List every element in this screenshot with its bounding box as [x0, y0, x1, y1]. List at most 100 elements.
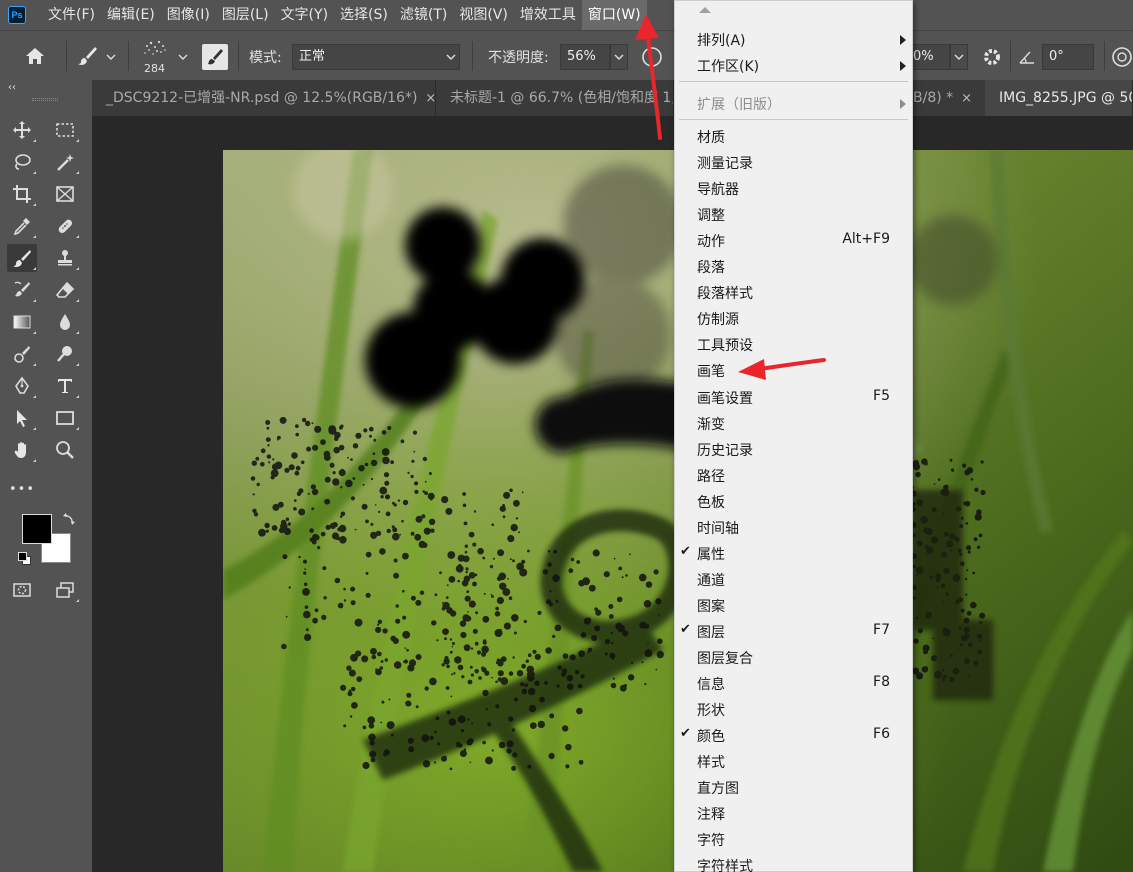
hand-tool-icon[interactable]	[7, 436, 37, 464]
magic-wand-tool-icon[interactable]	[50, 148, 80, 176]
move-tool-icon[interactable]	[7, 116, 37, 144]
menu-view[interactable]: 视图(V)	[453, 0, 514, 30]
menu-item-panel[interactable]: 字符	[675, 827, 912, 853]
chevron-down-icon[interactable]	[176, 51, 190, 63]
menu-item-panel[interactable]: 通道	[675, 567, 912, 593]
zoom-tool-icon[interactable]	[50, 436, 80, 464]
menu-item-panel[interactable]: 段落	[675, 254, 912, 280]
menu-item-panel[interactable]: 样式	[675, 749, 912, 775]
swap-colors-icon[interactable]	[62, 512, 76, 526]
mixer-brush-tool-icon[interactable]	[7, 340, 37, 368]
brush-tool-preset-icon[interactable]	[74, 43, 100, 69]
dodge-tool-icon[interactable]	[50, 340, 80, 368]
pen-tool-icon[interactable]	[7, 372, 37, 400]
menu-scroll-up-icon[interactable]	[699, 7, 711, 13]
chevron-down-icon[interactable]	[442, 44, 460, 70]
menu-item-panel[interactable]: 工具预设	[675, 332, 912, 358]
menu-select[interactable]: 选择(S)	[334, 0, 394, 30]
chevron-down-icon[interactable]	[610, 44, 628, 70]
clone-stamp-tool-icon[interactable]	[50, 244, 80, 272]
opacity-input[interactable]: 56%	[560, 44, 610, 70]
frame-tool-icon[interactable]	[50, 180, 80, 208]
close-icon[interactable]: ×	[961, 81, 972, 116]
menu-item-panel[interactable]: 形状	[675, 697, 912, 723]
edit-toolbar-icon[interactable]: •••	[7, 475, 37, 503]
menu-item-panel[interactable]: 图案	[675, 593, 912, 619]
eyedropper-tool-icon[interactable]	[7, 212, 37, 240]
gradient-tool-icon[interactable]	[7, 308, 37, 336]
menu-item-workspace[interactable]: 工作区(K)	[675, 53, 912, 79]
gear-icon[interactable]	[980, 45, 1004, 69]
menu-item-panel[interactable]: 信息 F8	[675, 671, 912, 697]
menu-item-panel[interactable]: ✔ 图层 F7	[675, 619, 912, 645]
menu-item-panel[interactable]: 动作 Alt+F9	[675, 228, 912, 254]
screen-mode-icon[interactable]	[50, 576, 80, 604]
panel-grip[interactable]	[32, 98, 58, 101]
brush-tool-icon[interactable]	[7, 244, 37, 272]
type-tool-icon[interactable]	[50, 372, 80, 400]
lasso-tool-icon[interactable]	[7, 148, 37, 176]
menu-item-panel[interactable]: 路径	[675, 463, 912, 489]
healing-brush-tool-icon[interactable]	[50, 212, 80, 240]
brush-preset-picker-icon[interactable]	[136, 37, 174, 63]
menu-item-label: 渐变	[697, 416, 725, 433]
menu-layer[interactable]: 图层(L)	[216, 0, 275, 30]
rectangle-tool-icon[interactable]	[50, 404, 80, 432]
default-colors-icon[interactable]	[18, 552, 32, 566]
menu-type[interactable]: 文字(Y)	[275, 0, 334, 30]
chevron-down-icon[interactable]	[950, 44, 968, 70]
menu-item-label: 信息	[697, 677, 725, 694]
menu-item-panel[interactable]: 画笔	[675, 358, 912, 384]
menu-item-panel[interactable]: 直方图	[675, 775, 912, 801]
path-selection-tool-icon[interactable]	[7, 404, 37, 432]
document-tab[interactable]: _DSC9212-已增强-NR.psd @ 12.5%(RGB/16*) ×	[92, 80, 436, 116]
menu-item-panel[interactable]: 测量记录	[675, 150, 912, 176]
menu-item-panel[interactable]: 色板	[675, 489, 912, 515]
blur-tool-icon[interactable]	[50, 308, 80, 336]
menu-item-panel[interactable]: 历史记录	[675, 437, 912, 463]
home-icon[interactable]	[22, 43, 48, 69]
eraser-tool-icon[interactable]	[50, 276, 80, 304]
menu-item-panel[interactable]: 材质	[675, 124, 912, 150]
smoothing-input[interactable]: 0%	[912, 44, 950, 70]
menu-window[interactable]: 窗口(W)	[581, 0, 647, 30]
quick-mask-icon[interactable]	[7, 576, 37, 604]
window-menu-dropdown: 排列(A) 工作区(K) 扩展（旧版） 材质 测量记录 导航器 调整 动作 Alt+F9 段…	[674, 0, 913, 872]
menu-item-panel[interactable]: 字符样式	[675, 853, 912, 872]
menu-item-panel[interactable]: 导航器	[675, 176, 912, 202]
brush-settings-toggle-icon[interactable]	[202, 44, 228, 70]
close-icon[interactable]: ×	[425, 81, 435, 116]
menu-file[interactable]: 文件(F)	[42, 0, 101, 30]
history-brush-tool-icon[interactable]	[7, 276, 37, 304]
angle-input[interactable]: 0°	[1042, 44, 1094, 70]
canvas-area[interactable]	[92, 117, 1133, 872]
menu-item-panel[interactable]: ✔ 属性	[675, 541, 912, 567]
document-tab-active[interactable]: IMG_8255.JPG @ 50%	[985, 80, 1133, 116]
menu-item-panel[interactable]: 画笔设置 F5	[675, 385, 912, 411]
menu-plugins[interactable]: 增效工具	[514, 0, 582, 30]
foreground-color-swatch[interactable]	[22, 514, 52, 544]
menu-item-arrange[interactable]: 排列(A)	[675, 27, 912, 53]
menu-edit[interactable]: 编辑(E)	[101, 0, 161, 30]
marquee-tool-icon[interactable]	[50, 116, 80, 144]
menu-item-panel[interactable]: 注释	[675, 801, 912, 827]
menu-item-panel[interactable]: 段落样式	[675, 280, 912, 306]
menu-item-panel[interactable]: ✔ 颜色 F6	[675, 723, 912, 749]
menu-item-panel[interactable]: 渐变	[675, 411, 912, 437]
menu-image[interactable]: 图像(I)	[161, 0, 216, 30]
pressure-opacity-icon[interactable]	[640, 45, 664, 69]
menu-item-label: 时间轴	[697, 520, 739, 537]
menu-item-panel[interactable]: 调整	[675, 202, 912, 228]
menu-item-panel[interactable]: 仿制源	[675, 306, 912, 332]
menu-filter[interactable]: 滤镜(T)	[394, 0, 453, 30]
crop-tool-icon[interactable]	[7, 180, 37, 208]
document-tab[interactable]: B/8) * ×	[911, 80, 995, 116]
collapse-panel-icon[interactable]: ‹‹	[8, 82, 16, 93]
chevron-down-icon[interactable]	[104, 51, 118, 63]
blend-mode-select[interactable]: 正常	[292, 44, 460, 70]
menu-item-panel[interactable]: 时间轴	[675, 515, 912, 541]
document-tab[interactable]: 未标题-1 @ 66.7% (色相/饱和度 1, 图层蒙版/8)	[436, 80, 674, 116]
menu-item-shortcut: F6	[873, 726, 890, 743]
menu-item-panel[interactable]: 图层复合	[675, 645, 912, 671]
pressure-size-icon[interactable]	[1110, 45, 1133, 69]
